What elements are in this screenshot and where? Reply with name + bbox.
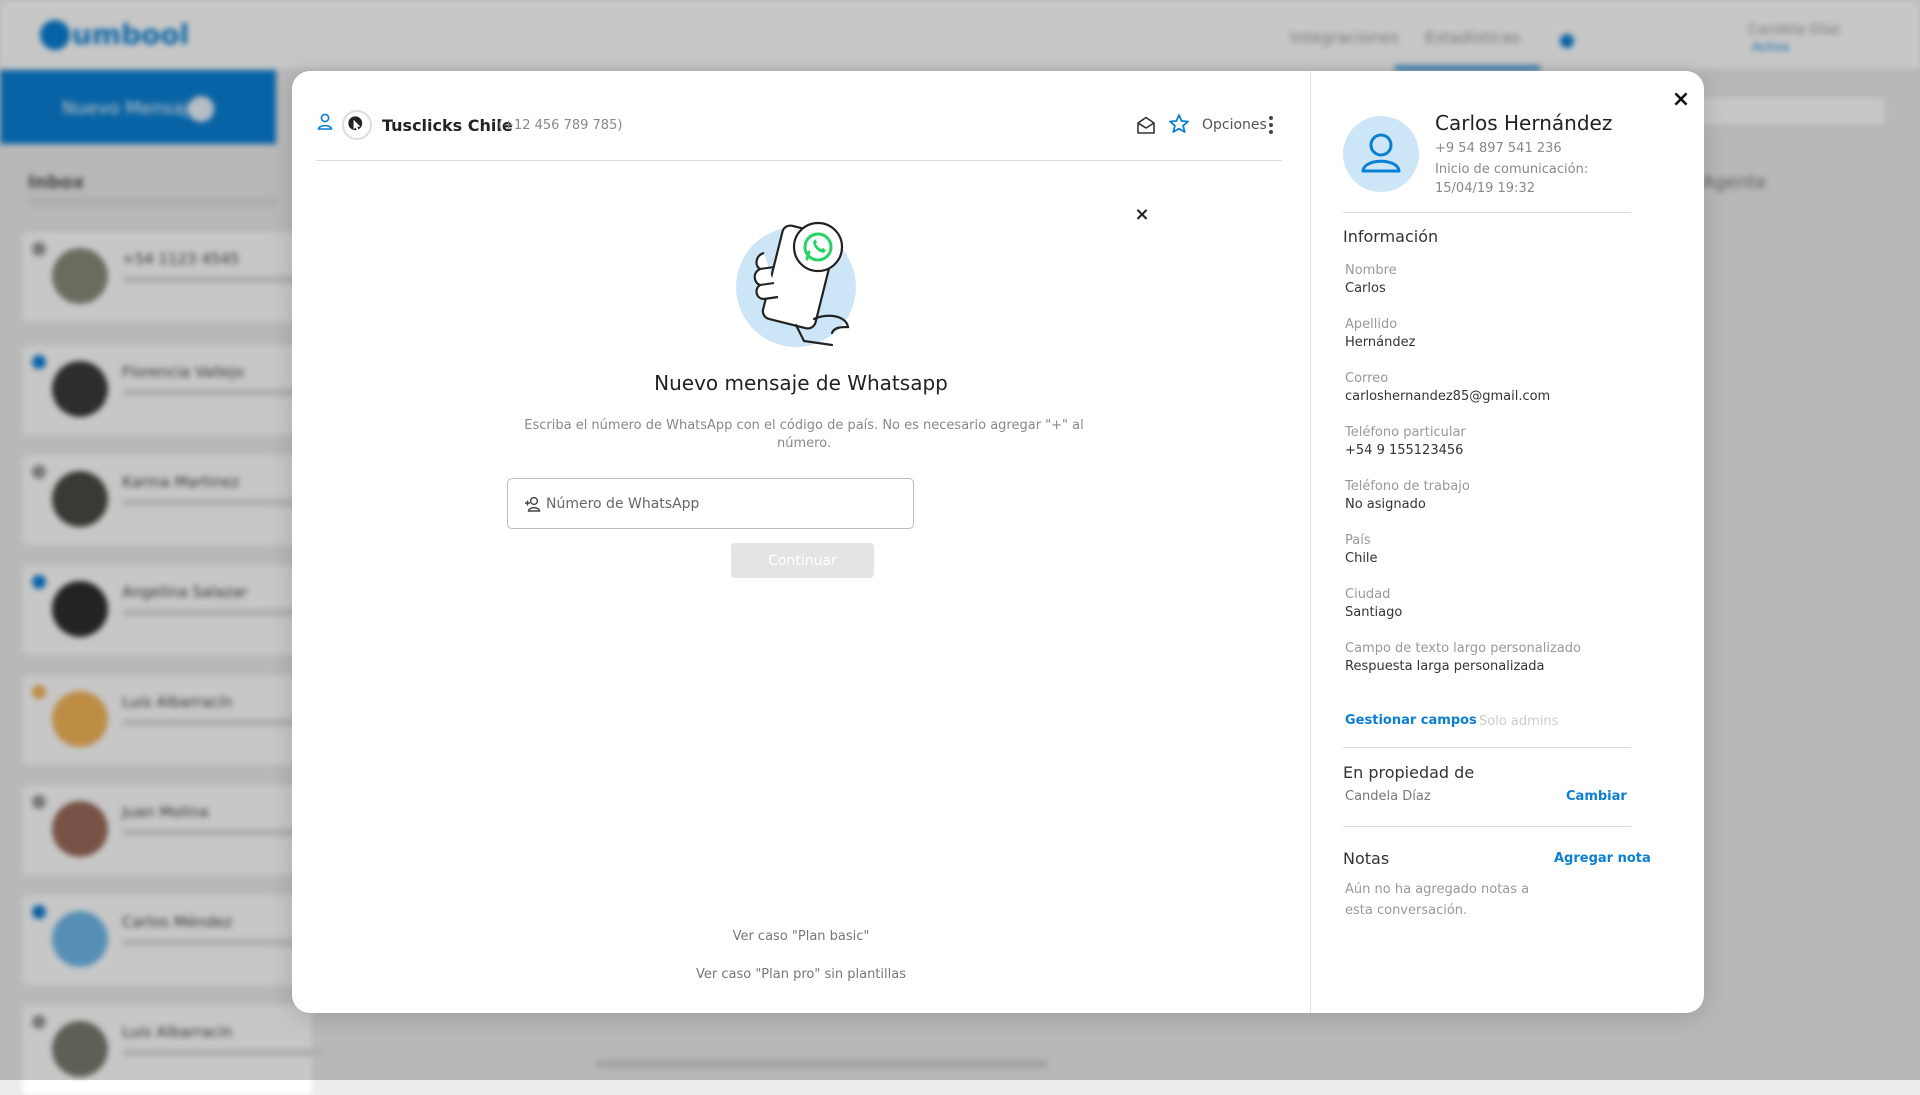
- kebab-menu-icon[interactable]: [1268, 116, 1274, 134]
- field-label-correo: Correo: [1345, 371, 1389, 386]
- add-note-link[interactable]: Agregar nota: [1554, 851, 1651, 866]
- account-phone: (+12 456 789 785): [498, 118, 623, 133]
- contact-name: Carlos Hernández: [1435, 111, 1613, 135]
- contact-info-pane: × Carlos Hernández +9 54 897 541 236 Ini…: [1311, 71, 1704, 1013]
- divider: [1343, 747, 1631, 748]
- field-label-telefono-particular: Teléfono particular: [1345, 425, 1466, 440]
- field-value-correo: carloshernandez85@gmail.com: [1345, 389, 1551, 404]
- continue-button[interactable]: Continuar: [731, 543, 874, 578]
- change-owner-link[interactable]: Cambiar: [1566, 789, 1627, 804]
- field-label-apellido: Apellido: [1345, 317, 1398, 332]
- close-new-message-button[interactable]: ×: [1132, 205, 1152, 225]
- divider: [1343, 826, 1631, 827]
- field-label-ciudad: Ciudad: [1345, 587, 1391, 602]
- field-label-pais: País: [1345, 533, 1371, 548]
- field-value-campo-largo: Respuesta larga personalizada: [1345, 659, 1545, 674]
- owner-section-title: En propiedad de: [1343, 763, 1475, 782]
- close-modal-button[interactable]: ×: [1668, 87, 1694, 113]
- cursor-logo-icon: [348, 116, 363, 132]
- account-avatar: [342, 110, 372, 140]
- divider: [1343, 212, 1631, 213]
- person-icon: [1361, 133, 1401, 173]
- options-button[interactable]: Opciones: [1202, 117, 1267, 133]
- admins-only-label: Solo admins: [1479, 714, 1559, 729]
- add-user-icon: [525, 496, 541, 512]
- field-value-nombre: Carlos: [1345, 281, 1386, 296]
- communication-start: Inicio de comunicación: 15/04/19 19:32: [1435, 162, 1589, 196]
- notes-section-title: Notas: [1343, 849, 1390, 868]
- owner-name: Candela Díaz: [1345, 789, 1431, 804]
- contact-avatar: [1343, 116, 1419, 192]
- field-label-telefono-trabajo: Teléfono de trabajo: [1345, 479, 1470, 494]
- envelope-open-icon[interactable]: [1136, 115, 1156, 135]
- manage-fields-link[interactable]: Gestionar campos: [1345, 713, 1477, 728]
- whatsapp-number-field[interactable]: [507, 478, 914, 529]
- field-value-pais: Chile: [1345, 551, 1378, 566]
- whatsapp-number-input[interactable]: [544, 491, 904, 517]
- field-label-campo-largo: Campo de texto largo personalizado: [1345, 641, 1581, 656]
- contact-phone: +9 54 897 541 236: [1435, 141, 1562, 156]
- field-value-telefono-trabajo: No asignado: [1345, 497, 1426, 512]
- info-section-title: Información: [1343, 227, 1439, 246]
- whatsapp-phone-illustration: [736, 221, 856, 347]
- field-value-ciudad: Santiago: [1345, 605, 1403, 620]
- conversation-header: Tusclicks Chile (+12 456 789 785) Opcion…: [316, 107, 1282, 161]
- field-value-apellido: Hernández: [1345, 335, 1416, 350]
- new-message-description: Escriba el número de WhatsApp con el cód…: [524, 418, 1084, 451]
- notes-empty-text: Aún no ha agregado notas a esta conversa…: [1345, 882, 1530, 918]
- plan-pro-link[interactable]: Ver caso "Plan pro" sin plantillas: [292, 967, 1310, 982]
- star-icon[interactable]: [1168, 113, 1190, 135]
- new-message-title: Nuevo mensaje de Whatsapp: [654, 371, 948, 395]
- plan-basic-link[interactable]: Ver caso "Plan basic": [292, 929, 1310, 944]
- conversation-modal: Tusclicks Chile (+12 456 789 785) Opcion…: [292, 71, 1704, 1013]
- new-message-pane: Tusclicks Chile (+12 456 789 785) Opcion…: [292, 71, 1310, 1013]
- account-name: Tusclicks Chile: [382, 116, 513, 135]
- user-icon[interactable]: [316, 112, 334, 132]
- field-label-nombre: Nombre: [1345, 263, 1397, 278]
- field-value-telefono-particular: +54 9 155123456: [1345, 443, 1464, 458]
